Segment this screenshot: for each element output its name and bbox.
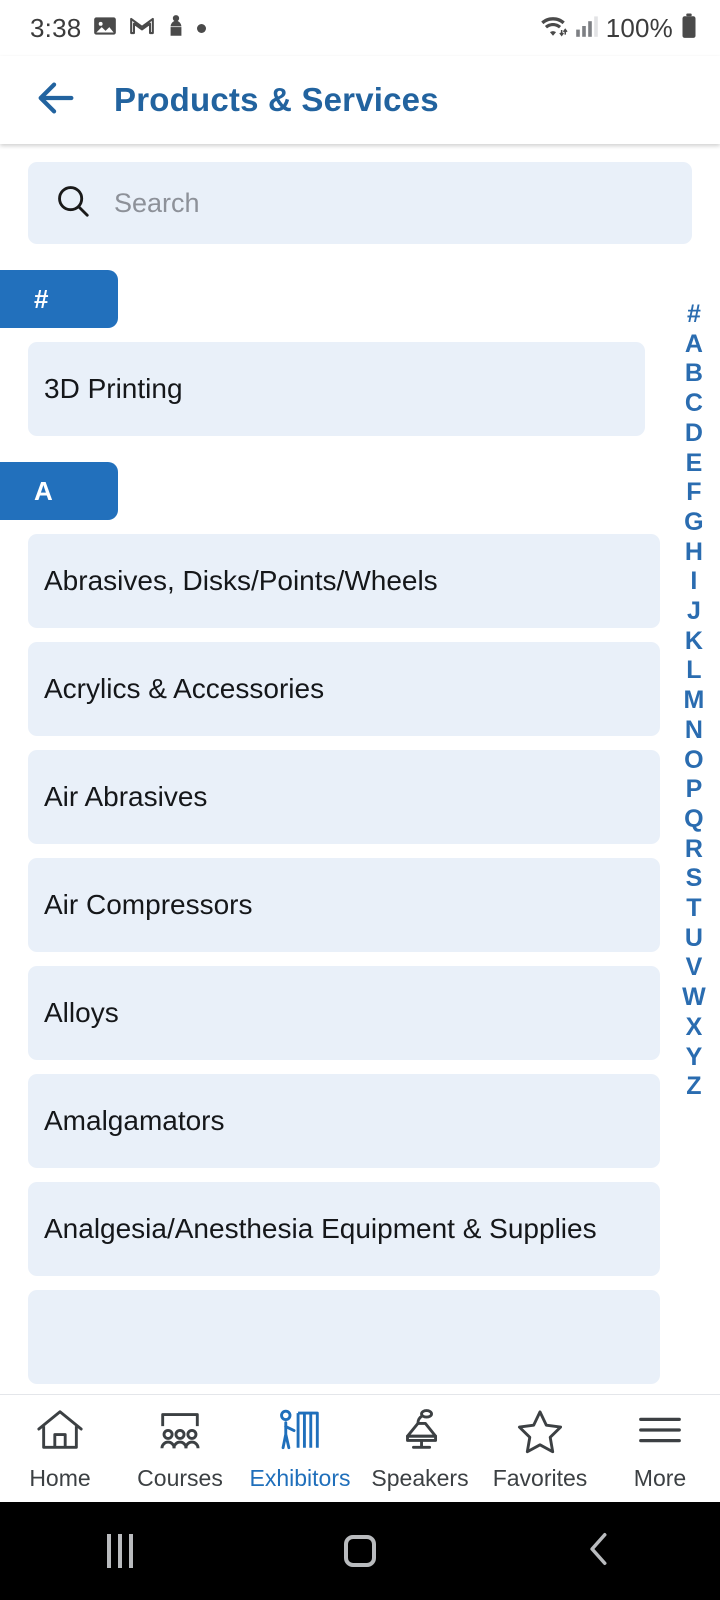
android-system-nav (0, 1502, 720, 1600)
alpha-index-item[interactable]: K (685, 627, 703, 657)
phone-screen: 3:38 100% Products & Services Search # 3… (0, 0, 720, 1600)
arrow-left-icon (33, 75, 79, 126)
alpha-index-item[interactable]: B (685, 359, 703, 389)
status-time: 3:38 (30, 12, 82, 43)
recents-button[interactable] (0, 1534, 240, 1568)
search-container: Search (0, 144, 720, 244)
podium-icon (395, 1406, 445, 1459)
list-item[interactable]: Abrasives, Disks/Points/Wheels (28, 534, 660, 628)
battery-percent: 100% (605, 12, 673, 43)
home-icon (35, 1406, 85, 1459)
alpha-index-item[interactable]: U (685, 924, 703, 954)
section-header-hash: # (0, 270, 118, 328)
list-item[interactable]: Alloys (28, 966, 660, 1060)
app-bar: Products & Services (0, 56, 720, 144)
alpha-index-item[interactable]: C (685, 389, 703, 419)
alpha-index-item[interactable]: E (686, 449, 703, 479)
alpha-index-item[interactable]: Z (686, 1072, 701, 1102)
status-bar: 3:38 100% (0, 0, 720, 56)
alpha-index-item[interactable]: V (686, 953, 703, 983)
list-item[interactable]: Amalgamators (28, 1074, 660, 1168)
nav-item-home[interactable]: Home (0, 1406, 120, 1492)
alpha-index-item[interactable]: R (685, 835, 703, 865)
list-item[interactable]: Acrylics & Accessories (28, 642, 660, 736)
dot-icon (197, 23, 207, 33)
search-input[interactable]: Search (28, 162, 692, 244)
alpha-index-item[interactable]: Y (686, 1043, 703, 1073)
alphabet-index[interactable]: # A B C D E F G H I J K L M N O P Q R S … (668, 300, 720, 1102)
nav-item-courses[interactable]: Courses (120, 1406, 240, 1492)
list-item[interactable] (28, 1290, 660, 1384)
nav-item-speakers[interactable]: Speakers (360, 1406, 480, 1492)
alpha-index-item[interactable]: H (685, 538, 703, 568)
nav-label: More (633, 1464, 687, 1491)
alpha-index-item[interactable]: D (685, 419, 703, 449)
nav-label: Home (29, 1464, 91, 1491)
person-icon (166, 13, 186, 44)
recents-icon (107, 1534, 133, 1568)
list-item[interactable]: 3D Printing (28, 342, 645, 436)
classroom-icon (155, 1406, 205, 1459)
alpha-index-item[interactable]: X (686, 1013, 703, 1043)
bottom-navigation: Home Courses Exhibitors Speakers Favorit… (0, 1394, 720, 1502)
star-icon (515, 1406, 565, 1459)
back-button-system[interactable] (480, 1530, 720, 1573)
nav-label: Courses (137, 1464, 223, 1491)
alpha-index-item[interactable]: S (686, 864, 703, 894)
content-area: Search # 3D Printing A Abrasives, Disks/… (0, 144, 720, 1448)
alpha-index-item[interactable]: I (690, 567, 697, 597)
nav-label: Speakers (371, 1464, 469, 1491)
alpha-index-item[interactable]: A (685, 330, 703, 360)
alpha-index-item[interactable]: P (686, 775, 703, 805)
nav-item-more[interactable]: More (600, 1406, 720, 1492)
status-bar-right: 100% (538, 13, 698, 44)
hamburger-icon (635, 1406, 685, 1459)
home-circle-icon (344, 1535, 376, 1567)
nav-label: Favorites (492, 1464, 588, 1491)
home-button[interactable] (240, 1535, 480, 1567)
alpha-index-item[interactable]: # (687, 300, 701, 330)
nav-item-exhibitors[interactable]: Exhibitors (240, 1406, 360, 1492)
cellular-signal-icon (575, 14, 599, 43)
gmail-icon (129, 13, 155, 44)
alpha-index-item[interactable]: W (682, 983, 706, 1013)
search-icon (54, 182, 92, 225)
back-button[interactable] (30, 74, 82, 126)
alpha-index-item[interactable]: O (684, 746, 704, 776)
back-chevron-icon (583, 1530, 617, 1573)
battery-icon (680, 13, 698, 44)
alpha-index-item[interactable]: Q (684, 805, 704, 835)
alpha-index-item[interactable]: L (686, 656, 701, 686)
alpha-index-item[interactable]: G (684, 508, 704, 538)
wifi-icon (538, 13, 568, 44)
exhibitor-booth-icon (275, 1406, 325, 1459)
search-placeholder: Search (114, 187, 200, 218)
status-bar-left: 3:38 (30, 13, 538, 44)
alpha-index-item[interactable]: F (686, 478, 701, 508)
list-item[interactable]: Air Compressors (28, 858, 660, 952)
list-item[interactable]: Air Abrasives (28, 750, 660, 844)
list-item[interactable]: Analgesia/Anesthesia Equipment & Supplie… (28, 1182, 660, 1276)
alpha-index-item[interactable]: M (683, 686, 704, 716)
section-header-a: A (0, 462, 118, 520)
photos-icon (92, 13, 118, 44)
alpha-index-item[interactable]: T (686, 894, 701, 924)
nav-item-favorites[interactable]: Favorites (480, 1406, 600, 1492)
alpha-index-item[interactable]: J (687, 597, 701, 627)
nav-label: Exhibitors (249, 1464, 351, 1491)
page-title: Products & Services (114, 81, 439, 118)
alpha-index-item[interactable]: N (685, 716, 703, 746)
